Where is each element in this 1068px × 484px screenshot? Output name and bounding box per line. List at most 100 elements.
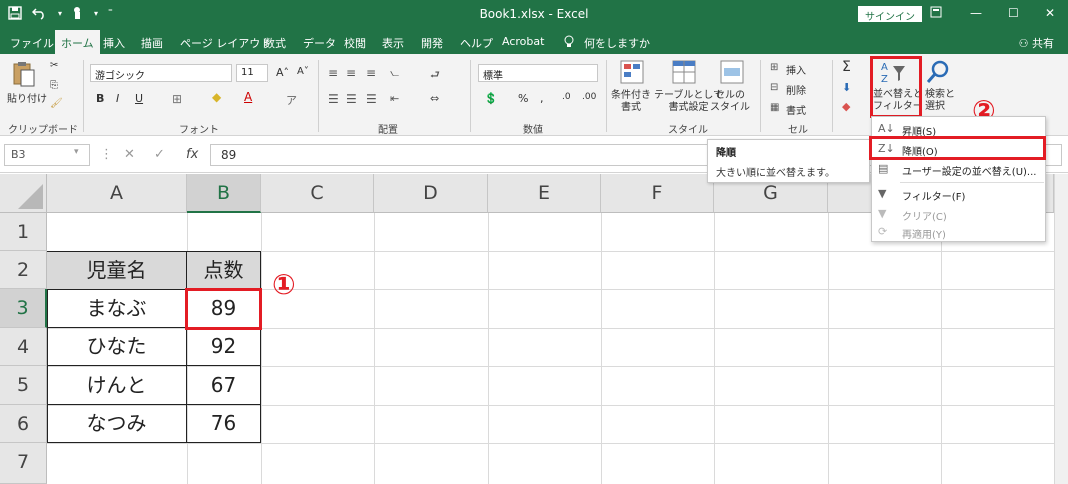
bold-icon[interactable]: B bbox=[96, 92, 104, 105]
select-all-corner[interactable] bbox=[0, 174, 47, 213]
clear-icon[interactable]: ◆ bbox=[842, 100, 850, 113]
cut-icon[interactable]: ✂ bbox=[50, 60, 58, 71]
format-cells-button[interactable]: 書式 bbox=[786, 102, 806, 117]
column-header-b[interactable]: B bbox=[187, 174, 261, 213]
align-bottom-icon[interactable]: ≡ bbox=[366, 66, 376, 80]
fill-color-icon[interactable]: ◆ bbox=[212, 90, 221, 104]
column-header-a[interactable]: A bbox=[47, 174, 187, 213]
sign-in-button[interactable]: サインイン bbox=[858, 6, 922, 23]
tab-developer[interactable]: 開発 bbox=[421, 35, 443, 51]
align-left-icon[interactable]: ☰ bbox=[328, 92, 339, 106]
close-icon[interactable]: ✕ bbox=[1045, 6, 1055, 20]
table-cell-name[interactable]: なつみ bbox=[47, 405, 187, 443]
tab-help[interactable]: ヘルプ bbox=[460, 35, 493, 51]
cancel-icon[interactable]: ✕ bbox=[124, 147, 135, 162]
orientation-icon[interactable]: ⦦ bbox=[390, 66, 399, 80]
conditional-format-icon[interactable] bbox=[620, 60, 644, 84]
tab-data[interactable]: データ bbox=[303, 35, 336, 51]
tell-me-search[interactable]: 何をしますか bbox=[584, 35, 650, 51]
chevron-down-icon[interactable]: ▾ bbox=[74, 147, 79, 157]
number-format-select[interactable]: 標準 bbox=[478, 64, 598, 82]
table-header-score[interactable]: 点数 bbox=[187, 252, 261, 290]
insert-cells-button[interactable]: 挿入 bbox=[786, 62, 806, 77]
increase-decimal-icon[interactable]: .0 bbox=[562, 92, 571, 102]
paste-icon[interactable] bbox=[12, 60, 35, 87]
enter-icon[interactable]: ✓ bbox=[154, 147, 165, 162]
border-icon[interactable]: ⊞ bbox=[172, 92, 182, 106]
vertical-scrollbar[interactable] bbox=[1054, 174, 1068, 484]
insert-cells-icon[interactable]: ⊞ bbox=[770, 62, 778, 73]
align-right-icon[interactable]: ☰ bbox=[366, 92, 377, 106]
tab-page-layout[interactable]: ページ レイアウト bbox=[180, 35, 271, 51]
format-painter-icon[interactable]: 🖌 bbox=[50, 98, 63, 109]
align-center-icon[interactable]: ☰ bbox=[346, 92, 357, 106]
conditional-format-button[interactable]: 条件付き 書式 bbox=[611, 90, 651, 114]
tab-insert[interactable]: 挿入 bbox=[103, 35, 125, 51]
font-size-select[interactable]: 11 bbox=[236, 64, 268, 82]
tab-view[interactable]: 表示 bbox=[382, 35, 404, 51]
menu-item-filter[interactable]: ▼ フィルター(F) bbox=[872, 185, 1045, 205]
insert-function-icon[interactable]: fx bbox=[186, 147, 198, 162]
menu-item-custom-sort[interactable]: ▤ ユーザー設定の並べ替え(U)... bbox=[872, 160, 1045, 180]
delete-cells-icon[interactable]: ⊟ bbox=[770, 82, 778, 93]
menu-item-label: フィルター(F) bbox=[902, 192, 966, 203]
table-cell-score[interactable]: 92 bbox=[187, 328, 261, 366]
comma-icon[interactable]: , bbox=[540, 92, 544, 105]
percent-icon[interactable]: % bbox=[518, 92, 528, 105]
tab-formulas[interactable]: 数式 bbox=[264, 35, 286, 51]
find-select-button[interactable]: 検索と 選択 bbox=[925, 89, 955, 113]
tab-acrobat[interactable]: Acrobat bbox=[502, 35, 544, 48]
column-header-d[interactable]: D bbox=[374, 174, 488, 213]
fill-icon[interactable]: ⬇ bbox=[842, 81, 851, 94]
merge-center-icon[interactable]: ⇔ bbox=[430, 92, 439, 105]
align-top-icon[interactable]: ≡ bbox=[328, 66, 338, 80]
tab-file[interactable]: ファイル bbox=[10, 35, 54, 51]
cell-styles-button[interactable]: セルの スタイル bbox=[710, 90, 750, 114]
font-name-select[interactable]: 游ゴシック bbox=[90, 64, 232, 82]
group-separator bbox=[832, 60, 833, 132]
wrap-text-icon[interactable]: ⮐ bbox=[430, 66, 440, 85]
table-cell-name[interactable]: けんと bbox=[47, 366, 187, 405]
custom-sort-icon: ▤ bbox=[878, 162, 889, 175]
minimize-icon[interactable]: — bbox=[970, 6, 982, 20]
currency-icon[interactable]: 💲 bbox=[484, 92, 498, 105]
autosum-icon[interactable]: Σ bbox=[842, 59, 851, 75]
underline-icon[interactable]: U bbox=[135, 92, 143, 105]
table-cell-name[interactable]: まなぶ bbox=[47, 290, 187, 328]
row-header-1[interactable]: 1 bbox=[0, 213, 47, 251]
row-header-2[interactable]: 2 bbox=[0, 251, 47, 289]
row-header-7[interactable]: 7 bbox=[0, 443, 47, 484]
grow-font-icon[interactable]: A˄ bbox=[276, 66, 289, 79]
tab-home[interactable]: ホーム bbox=[55, 30, 100, 54]
align-middle-icon[interactable]: ≡ bbox=[346, 66, 356, 80]
row-header-6[interactable]: 6 bbox=[0, 405, 47, 443]
column-header-f[interactable]: F bbox=[601, 174, 714, 213]
tab-draw[interactable]: 描画 bbox=[141, 35, 163, 51]
table-cell-score[interactable]: 76 bbox=[187, 405, 261, 443]
shrink-font-icon[interactable]: A˅ bbox=[297, 66, 309, 77]
indent-icon[interactable]: ⇤ bbox=[390, 92, 399, 105]
column-header-c[interactable]: C bbox=[261, 174, 374, 213]
format-cells-icon[interactable]: ▦ bbox=[770, 102, 779, 113]
table-cell-name[interactable]: ひなた bbox=[47, 328, 187, 366]
table-cell-score[interactable]: 67 bbox=[187, 366, 261, 405]
italic-icon[interactable]: I bbox=[116, 92, 119, 105]
cell-styles-icon[interactable] bbox=[720, 60, 744, 84]
font-color-icon[interactable]: A bbox=[244, 90, 252, 104]
column-header-e[interactable]: E bbox=[488, 174, 601, 213]
decrease-decimal-icon[interactable]: .00 bbox=[582, 92, 596, 102]
share-button[interactable]: ⚇ 共有 bbox=[1019, 35, 1054, 51]
row-header-5[interactable]: 5 bbox=[0, 366, 47, 405]
delete-cells-button[interactable]: 削除 bbox=[786, 82, 806, 97]
row-header-4[interactable]: 4 bbox=[0, 328, 47, 366]
tab-review[interactable]: 校閲 bbox=[344, 35, 366, 51]
ribbon-display-options-icon[interactable] bbox=[930, 6, 942, 21]
table-header-name[interactable]: 児童名 bbox=[47, 252, 187, 290]
search-icon[interactable] bbox=[926, 60, 949, 83]
maximize-icon[interactable]: ☐ bbox=[1008, 6, 1019, 20]
phonetic-icon[interactable]: ア bbox=[286, 92, 297, 108]
format-as-table-icon[interactable] bbox=[672, 60, 696, 84]
row-header-3[interactable]: 3 bbox=[0, 289, 47, 328]
menu-separator bbox=[900, 182, 1044, 183]
copy-icon[interactable]: ⎘ bbox=[50, 80, 58, 91]
